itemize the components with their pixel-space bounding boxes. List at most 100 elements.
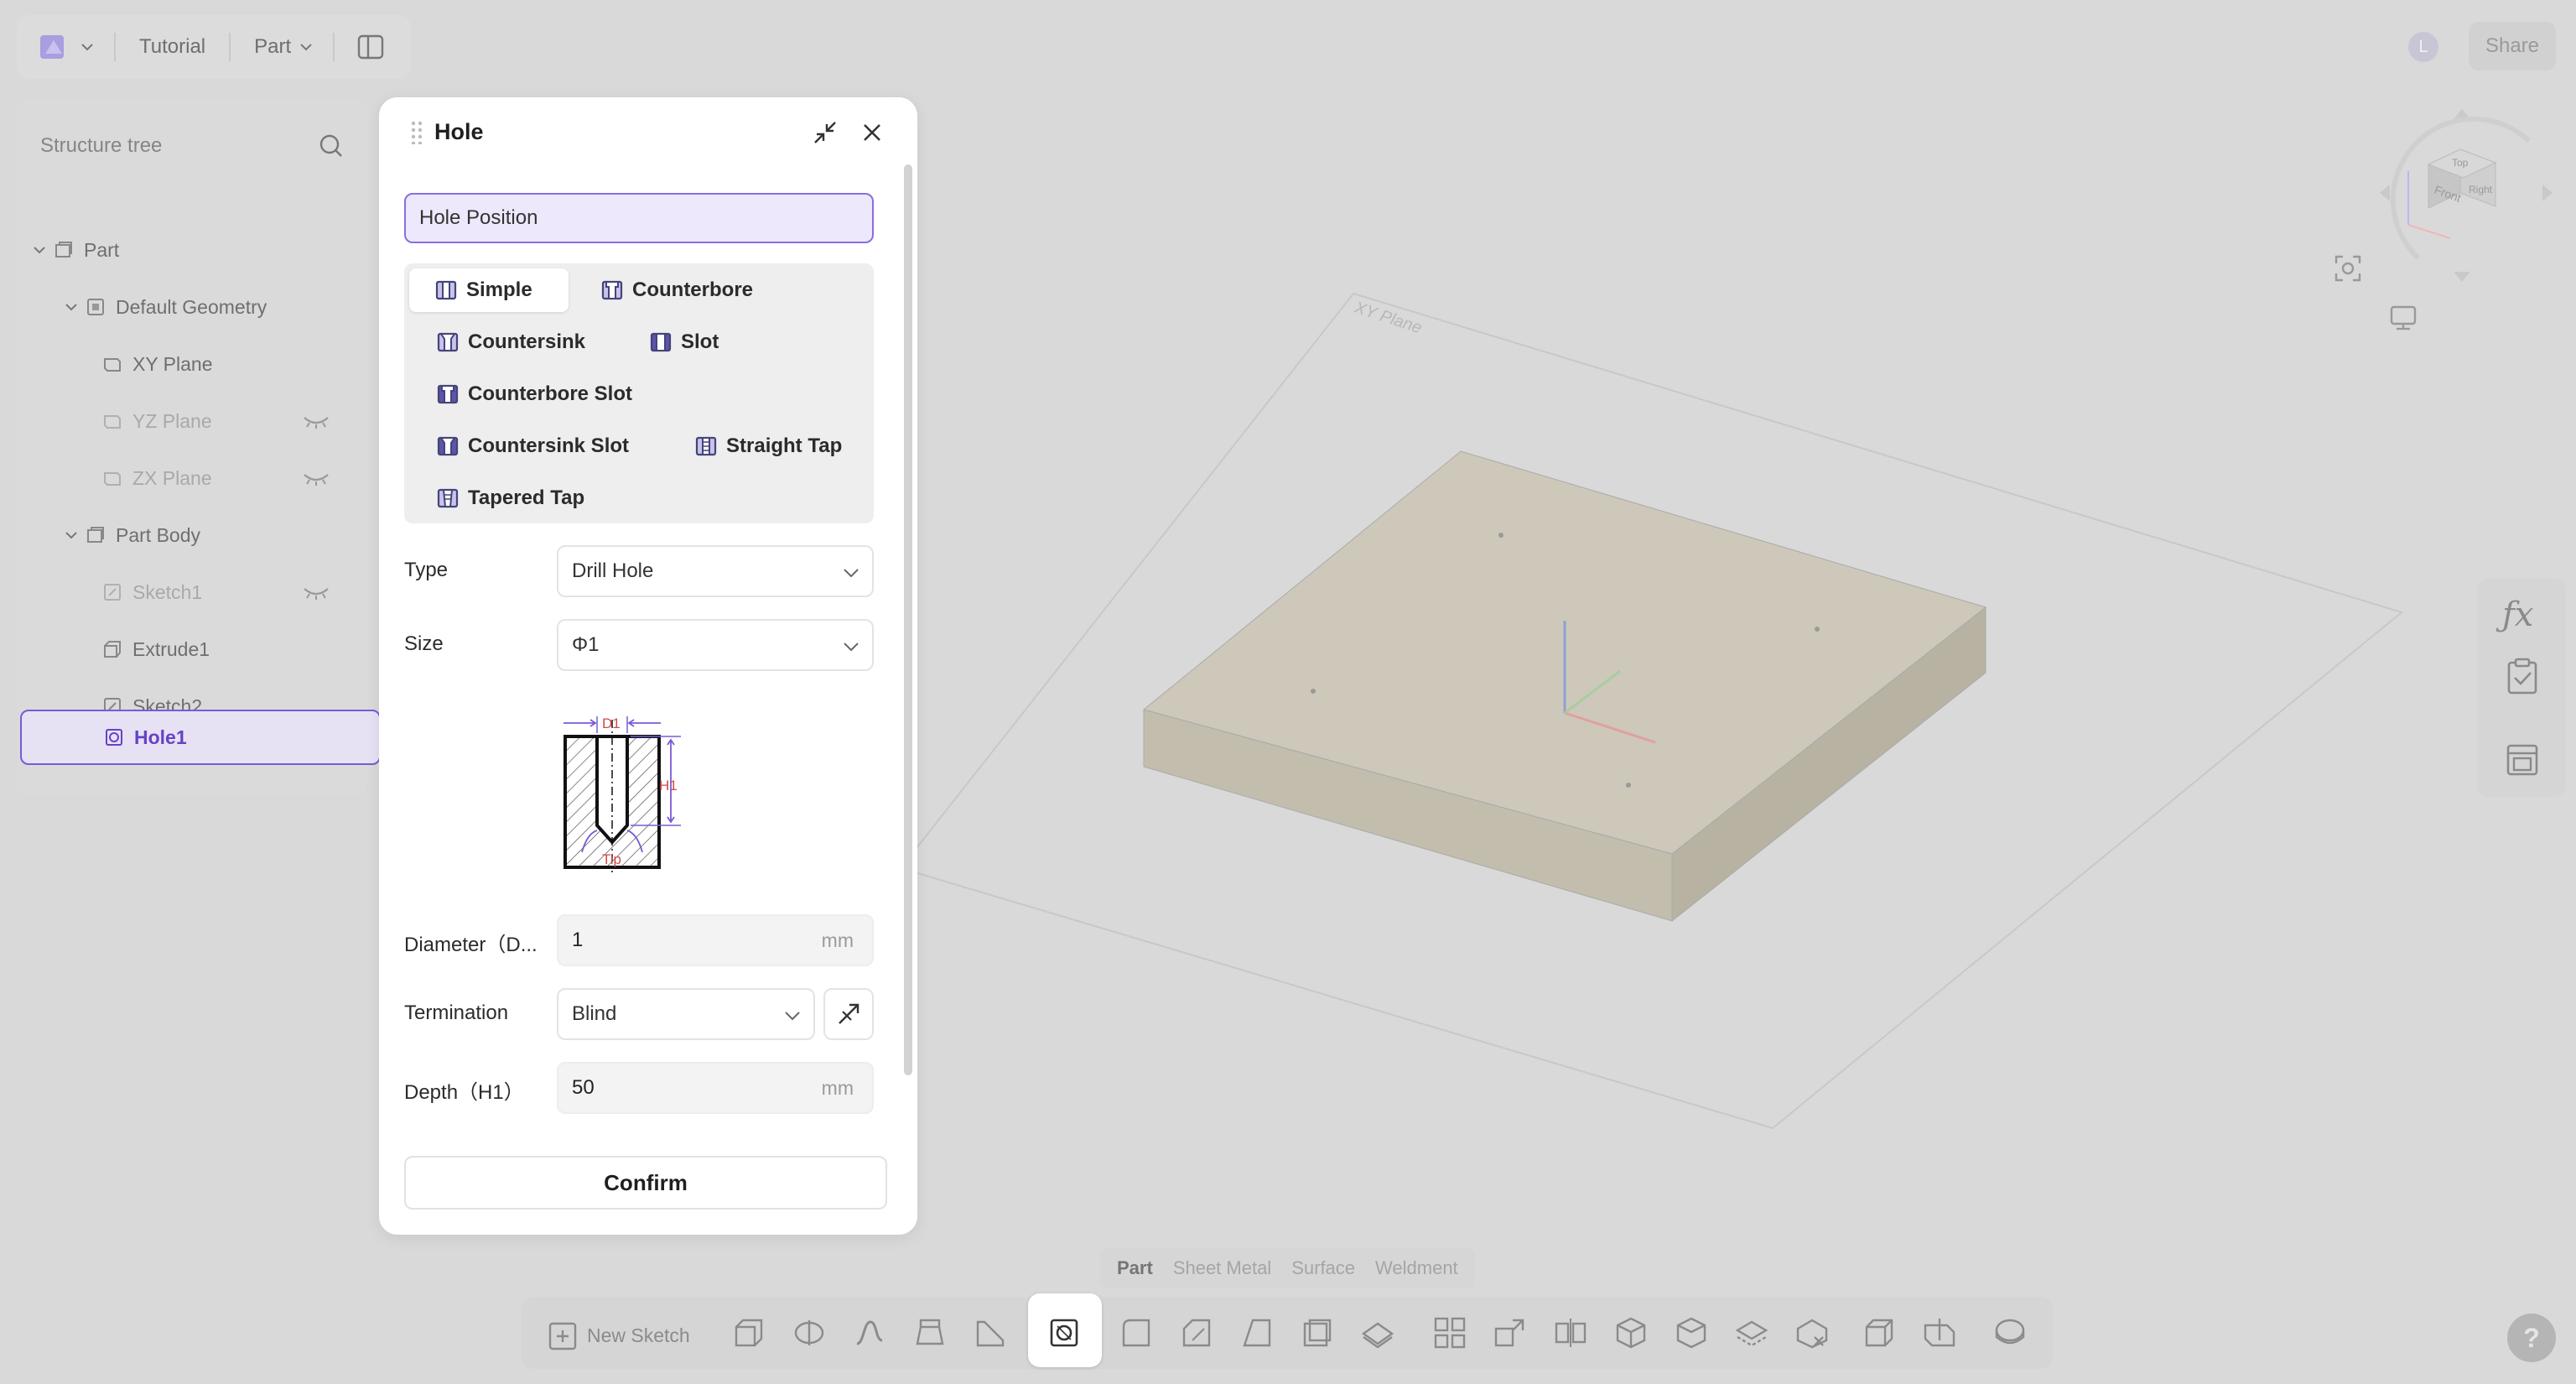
chevron-down-icon[interactable] [79,39,96,55]
formula-icon[interactable]: ƒx [2502,596,2533,634]
revolve-icon[interactable] [792,1315,827,1350]
tree-item-yz-plane[interactable]: YZ Plane [17,396,367,446]
chevron-down-icon[interactable] [64,299,79,315]
eye-closed-icon[interactable] [302,470,330,486]
layout-panel-icon[interactable] [2506,743,2539,777]
hole-position-field[interactable]: Hole Position [404,193,874,243]
confirm-button[interactable]: Confirm [404,1156,887,1210]
size-select[interactable]: Φ1 [557,619,874,671]
mode-selector[interactable]: Part [254,35,314,59]
search-icon[interactable] [319,133,344,159]
eye-closed-icon[interactable] [302,413,330,429]
termination-label: Termination [404,1002,509,1024]
tree-item-part[interactable]: Part [17,225,367,275]
sketch-point[interactable] [1311,689,1316,694]
hole-type-label: Counterbore [632,278,753,301]
shell-icon[interactable] [1300,1315,1335,1350]
counterbore-slot-icon [437,384,459,404]
tree-item-part-body[interactable]: Part Body [17,510,367,560]
dialog-scrollbar[interactable] [904,164,912,1075]
chevron-down-icon[interactable] [32,242,47,258]
close-button[interactable] [855,116,889,149]
hole-type-selector: Simple Counterbore Countersink Slot Coun… [404,263,874,523]
hole-type-label: Countersink [468,330,586,353]
tree-item-sketch1[interactable]: Sketch1 [17,567,367,617]
size-label: Size [404,632,444,655]
hole-type-label: Tapered Tap [468,486,585,509]
sweep-icon[interactable] [852,1315,887,1350]
termination-select[interactable]: Blind [557,988,815,1040]
app-logo-icon[interactable] [37,29,74,65]
tab-weldment[interactable]: Weldment [1375,1257,1458,1279]
measure-icon[interactable] [1992,1315,2028,1350]
extrude-icon[interactable] [731,1315,766,1350]
body-icon[interactable] [1862,1315,1897,1350]
loft-icon[interactable] [912,1315,948,1350]
tree-item-default-geometry[interactable]: Default Geometry [17,282,367,332]
divider [229,33,231,61]
simple-hole-icon [435,280,457,300]
hole-type-tapered-tap[interactable]: Tapered Tap [436,476,584,520]
sketch-point[interactable] [1815,627,1820,632]
flip-direction-button[interactable] [823,988,874,1040]
chamfer-icon[interactable] [1179,1315,1214,1350]
hole-type-straight-tap[interactable]: Straight Tap [694,424,842,468]
right-tool-panel: ƒx [2477,579,2566,797]
hole-type-countersink[interactable]: Countersink [436,320,585,364]
cube-face-top[interactable]: Top [2452,157,2469,169]
tree-item-zx-plane[interactable]: ZX Plane [17,453,367,503]
plane-icon [104,472,121,486]
depth-input[interactable]: 50 mm [557,1062,874,1114]
boolean-icon[interactable] [1613,1315,1649,1350]
hole-type-countersink-slot[interactable]: Countersink Slot [436,424,629,468]
diameter-value: 1 [572,929,584,951]
pattern-icon[interactable] [1432,1315,1467,1350]
document-name[interactable]: Tutorial [139,35,205,59]
split-icon[interactable] [1674,1315,1709,1350]
fillet-icon[interactable] [1119,1315,1154,1350]
tab-surface[interactable]: Surface [1291,1257,1355,1279]
hole-type-counterbore-slot[interactable]: Counterbore Slot [436,372,632,416]
hole-type-counterbore[interactable]: Counterbore [600,268,753,312]
move-body-icon[interactable] [1493,1315,1528,1350]
sketch-point[interactable] [1498,533,1504,538]
hole-type-slot[interactable]: Slot [649,320,719,364]
sidebar-toggle-icon[interactable] [356,33,385,61]
mirror-icon[interactable] [1553,1315,1588,1350]
tab-part[interactable]: Part [1117,1257,1153,1279]
flip-direction-icon [839,1003,860,1024]
drag-handle-icon[interactable] [411,121,423,144]
replace-face-icon[interactable] [1734,1315,1769,1350]
view-cube[interactable]: Top Front Right [2370,99,2563,292]
plane-icon [104,415,121,429]
help-button[interactable]: ? [2507,1314,2556,1362]
diameter-input[interactable]: 1 mm [557,914,874,966]
thicken-icon[interactable] [1360,1315,1395,1350]
share-button[interactable]: Share [2469,22,2556,70]
part-body-icon [87,527,104,543]
tree-item-xy-plane[interactable]: XY Plane [17,339,367,389]
hole-icon[interactable] [1046,1315,1082,1350]
avatar[interactable]: L [2408,32,2438,62]
clipboard-check-icon[interactable] [2506,658,2539,695]
type-select[interactable]: Drill Hole [557,545,874,597]
collapse-button[interactable] [808,116,842,149]
rib-icon[interactable] [973,1315,1008,1350]
fit-view-icon[interactable] [2333,253,2363,284]
eye-closed-icon[interactable] [302,584,330,601]
tree-item-extrude1[interactable]: Extrude1 [17,624,367,674]
part-icon [55,242,72,258]
tree-item-hole1[interactable]: Hole1 [20,710,381,765]
sketch-point[interactable] [1626,783,1631,788]
draft-icon[interactable] [1239,1315,1275,1350]
new-sketch-button[interactable]: New Sketch [547,1319,690,1352]
chevron-down-icon[interactable] [64,528,79,543]
cube-face-right[interactable]: Right [2469,184,2493,195]
hole-type-simple[interactable]: Simple [409,268,569,312]
tree-search[interactable]: Structure tree [40,126,344,166]
tab-sheet-metal[interactable]: Sheet Metal [1173,1257,1271,1279]
delete-face-icon[interactable] [1794,1315,1830,1350]
3d-viewport[interactable]: XY Plane [917,84,2576,1241]
reference-plane-icon[interactable] [1922,1315,1957,1350]
display-mode-icon[interactable] [2388,302,2418,332]
